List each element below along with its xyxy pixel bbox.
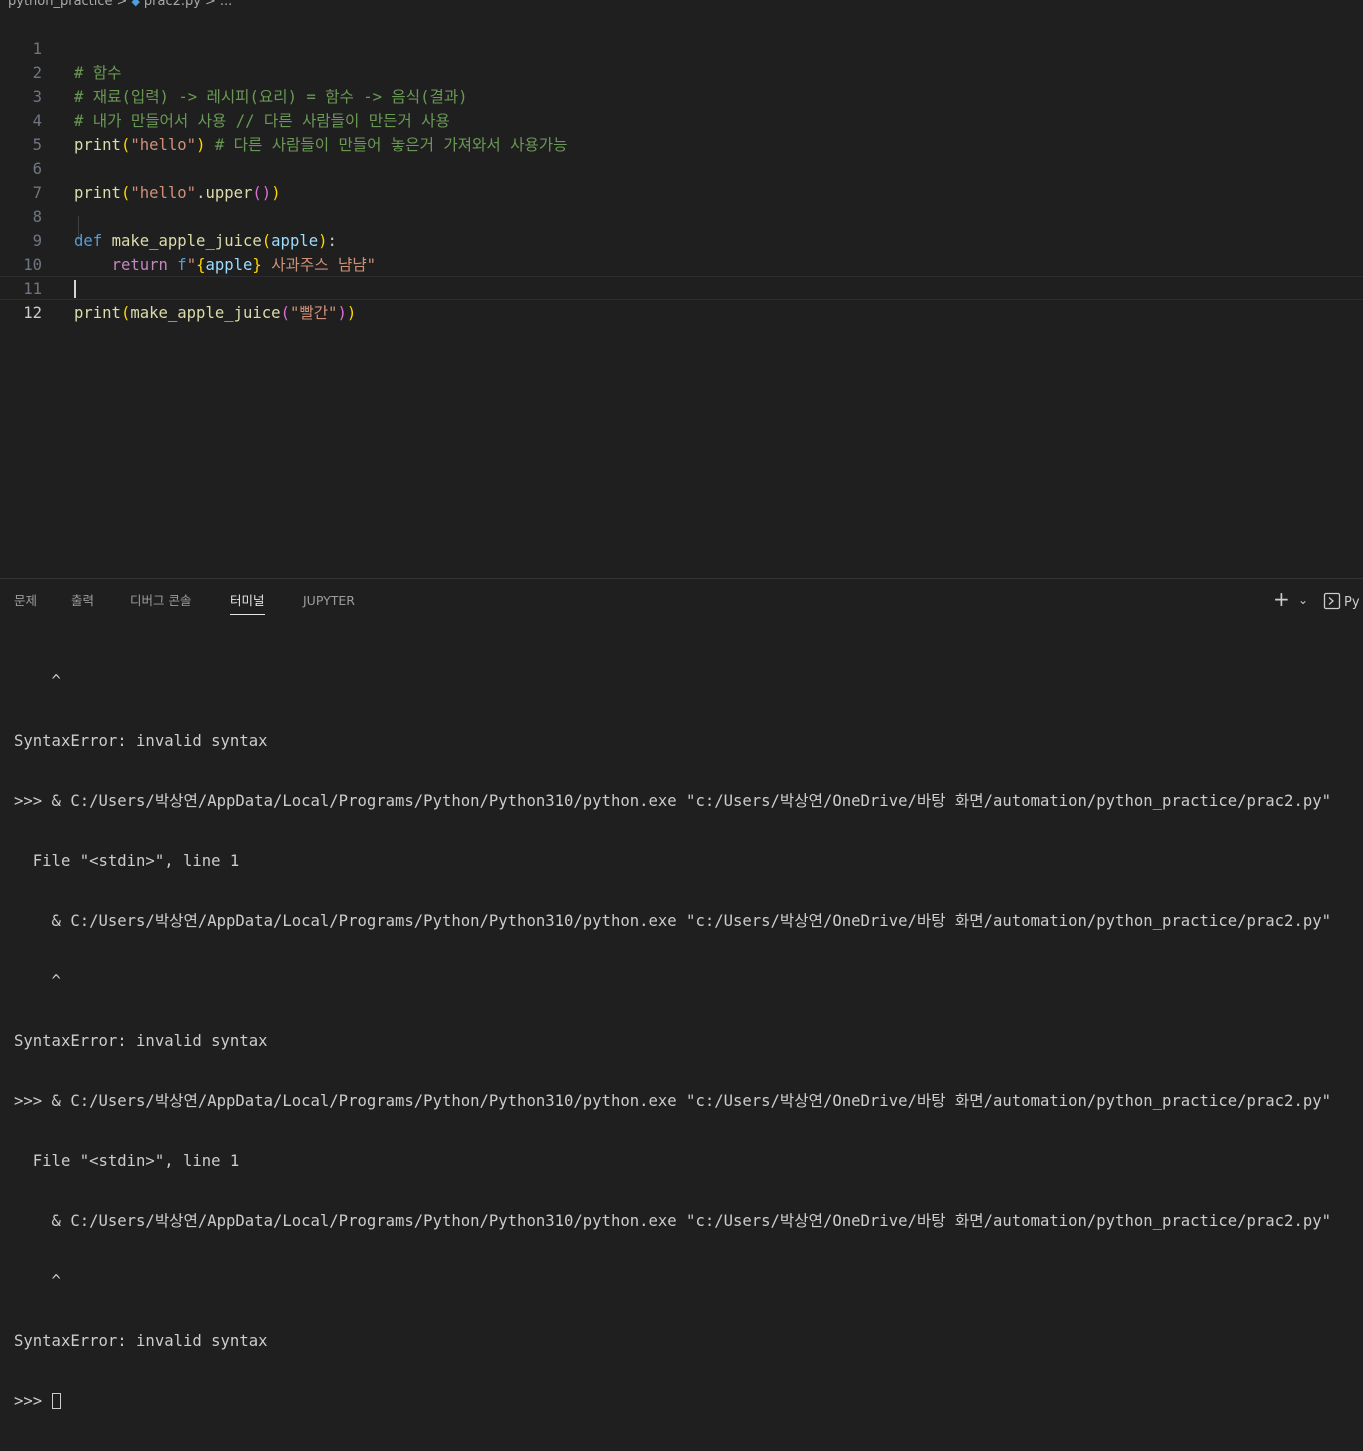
breadcrumb: python_practice > ◆ prac2.py >... [8, 0, 232, 10]
code-line[interactable]: 7 [0, 157, 1363, 202]
code-line[interactable]: 1 # 함수 [0, 13, 1363, 82]
text-cursor [74, 280, 76, 298]
chevron-right-icon: > [204, 0, 216, 9]
terminal-line: SyntaxError: invalid syntax [14, 1332, 268, 1350]
terminal-line: File "<stdin>", line 1 [14, 852, 240, 870]
terminal-line: SyntaxError: invalid syntax [14, 732, 268, 750]
terminal-output[interactable]: ^ SyntaxError: invalid syntax >>> & C:/U… [14, 631, 1363, 1451]
tab-terminal[interactable]: 터미널 [230, 592, 265, 615]
breadcrumb-more[interactable]: ... [220, 0, 232, 9]
tab-jupyter[interactable]: JUPYTER [303, 592, 355, 614]
terminal-prompt-line[interactable]: >>> [14, 1391, 1363, 1411]
bottom-panel: 문제 출력 디버그 콘솔 터미널 JUPYTER + ⌄ Py ^ Syntax… [0, 578, 1363, 1410]
chevron-down-icon[interactable]: ⌄ [1298, 593, 1308, 607]
code-editor[interactable]: 1 # 함수 2 # 재료(입력) -> 레시피(요리) = 함수 -> 음식(… [0, 13, 1363, 578]
code-line[interactable]: 3 # 내가 만들어서 사용 // 다른 사람들이 만든거 사용 [0, 61, 1363, 130]
terminal-line: >>> & C:/Users/박상연/AppData/Local/Program… [14, 1092, 1331, 1110]
code-line[interactable]: 8 def make_apple_juice(apple): [0, 181, 1363, 250]
terminal-line: >>> & C:/Users/박상연/AppData/Local/Program… [14, 792, 1331, 810]
terminal-line: SyntaxError: invalid syntax [14, 1032, 268, 1050]
code-line[interactable]: 10 [0, 229, 1363, 274]
terminal-line: ^ [14, 672, 61, 690]
terminal-line: & C:/Users/박상연/AppData/Local/Programs/Py… [14, 1212, 1331, 1230]
breadcrumb-folder[interactable]: python_practice [8, 0, 113, 9]
terminal-prompt: >>> [14, 1392, 52, 1410]
terminal-line: ^ [14, 1272, 61, 1290]
line-number: 12 [23, 304, 42, 322]
launch-profile-button[interactable]: Py [1323, 591, 1360, 610]
launch-profile-label: Py [1344, 595, 1360, 610]
terminal-line: ^ [14, 972, 61, 990]
tab-output[interactable]: 출력 [71, 592, 94, 614]
tab-problems[interactable]: 문제 [14, 592, 37, 614]
terminal-icon [1323, 592, 1341, 610]
terminal-line: & C:/Users/박상연/AppData/Local/Programs/Py… [14, 912, 1331, 930]
tab-debug-console[interactable]: 디버그 콘솔 [130, 592, 191, 614]
breadcrumb-file[interactable]: prac2.py [144, 0, 201, 9]
terminal-line: File "<stdin>", line 1 [14, 1152, 240, 1170]
python-file-icon: ◆ [131, 0, 140, 8]
code-line[interactable]: 2 # 재료(입력) -> 레시피(요리) = 함수 -> 음식(결과) [0, 37, 1363, 106]
code-line[interactable]: 4 print("hello") # 다른 사람들이 만들어 놓은거 가져와서 … [0, 85, 1363, 154]
line-code: print(make_apple_juice("빨간")) [74, 304, 357, 322]
code-line[interactable]: 9 return f"{apple} 사과주스 냠냠" [0, 205, 1363, 274]
code-line[interactable]: 11 print(make_apple_juice("빨간")) [0, 253, 1363, 322]
current-line[interactable]: 12 [0, 276, 1363, 322]
chevron-right-icon: > [116, 0, 128, 9]
code-line[interactable]: 5 [0, 109, 1363, 154]
terminal-cursor [51, 1393, 61, 1409]
code-line[interactable]: 6 print("hello".upper()) [0, 133, 1363, 202]
new-terminal-button[interactable]: + [1273, 588, 1290, 610]
